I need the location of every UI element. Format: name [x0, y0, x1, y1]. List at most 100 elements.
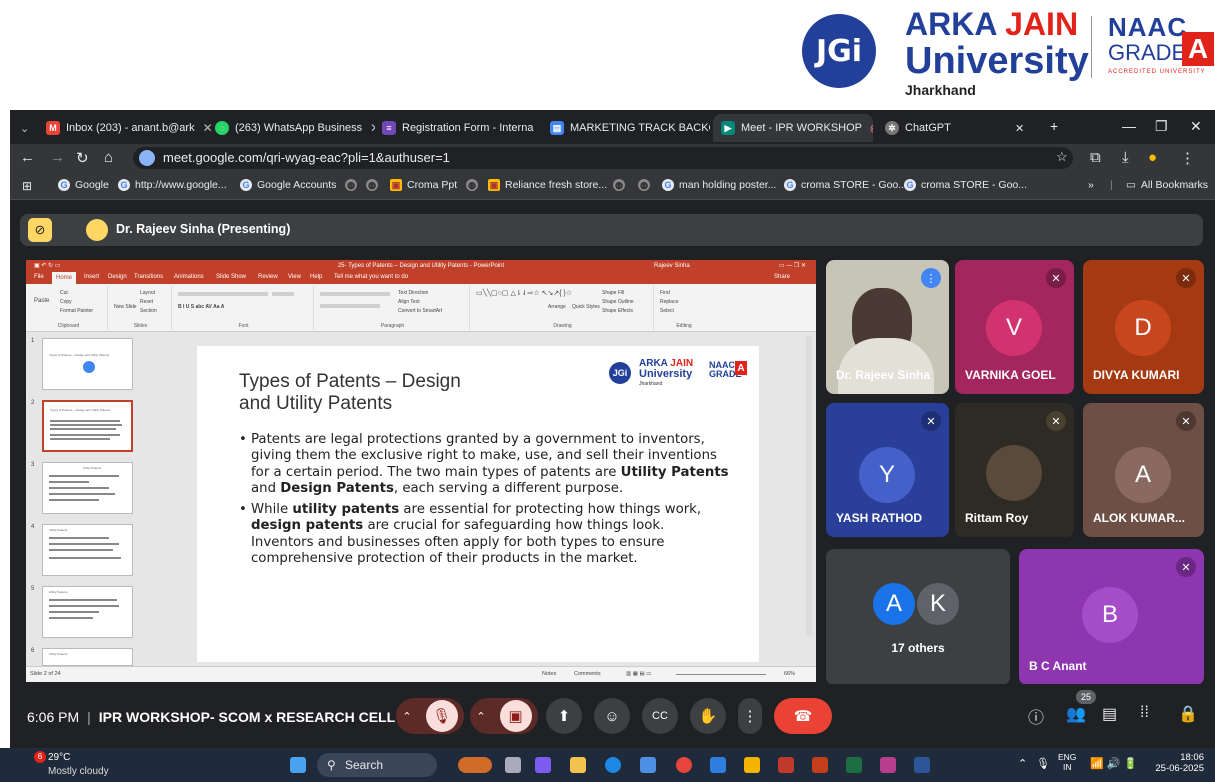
reload-icon[interactable]: ↻	[76, 149, 89, 167]
weather-temp[interactable]: 29°C	[48, 752, 70, 763]
bookmark-globe-2[interactable]: ◍	[366, 179, 383, 191]
present-icon[interactable]: ⊘	[28, 218, 52, 242]
tab-whatsapp[interactable]: ◌ (263) WhatsApp Business ✕	[215, 114, 375, 142]
more-options-button[interactable]: ⋮	[738, 698, 762, 734]
all-bookmarks[interactable]: ▭ All Bookmarks	[1126, 179, 1208, 191]
back-icon[interactable]: ←	[20, 149, 35, 166]
naac-grade: A	[1182, 32, 1214, 66]
window-close-icon[interactable]: ✕	[1190, 118, 1202, 135]
mic-off-button[interactable]: 🎙	[425, 700, 458, 732]
star-icon[interactable]: ☆	[1056, 149, 1068, 165]
vertical-scrollbar[interactable]	[806, 336, 812, 636]
bookmark-globe-1[interactable]: ◍	[345, 179, 362, 191]
bookmark-man-poster[interactable]: Gman holding poster...	[662, 179, 776, 191]
edge-icon[interactable]	[605, 757, 621, 773]
zoho-icon[interactable]	[778, 757, 794, 773]
file-explorer-icon[interactable]	[570, 757, 586, 773]
bookmark-google-accounts[interactable]: G Google Accounts	[240, 179, 336, 191]
apps-icon[interactable]: ⊞	[22, 179, 32, 193]
ppt-menu-view: View	[288, 274, 301, 280]
raise-hand-button[interactable]: ✋	[690, 698, 726, 734]
camera-off-button[interactable]: ▣	[499, 700, 532, 732]
close-icon[interactable]: ✕	[203, 121, 213, 135]
chrome-icon[interactable]	[676, 757, 692, 773]
extensions-icon[interactable]: ⧉	[1090, 149, 1101, 166]
screenshot-root: { "banner": { "jgi": "JGi", "uni_line1_a…	[0, 0, 1215, 782]
task-view-icon[interactable]	[505, 757, 521, 773]
ribbon-section: Section	[140, 308, 157, 314]
zoom-slider[interactable]	[676, 674, 766, 675]
mic-options-icon[interactable]: ⌃	[402, 710, 411, 723]
tab-inbox[interactable]: M Inbox (203) - anant.b@ark ✕	[46, 114, 216, 142]
bookmark-google-url[interactable]: Ghttp://www.google...	[118, 179, 227, 191]
bookmark-google[interactable]: G Google	[58, 179, 109, 191]
bookmark-label: Reliance fresh store...	[505, 179, 608, 191]
close-icon[interactable]: ✕	[1015, 114, 1029, 142]
people-icon[interactable]: 👥	[1066, 704, 1086, 724]
status-notes[interactable]: Notes	[542, 671, 556, 677]
new-tab-button[interactable]: +	[1050, 118, 1058, 134]
bookmark-globe-4[interactable]: ◍	[613, 179, 630, 191]
address-bar[interactable]: meet.google.com/qri-wyag-eac?pli=1&authu…	[133, 147, 1073, 169]
avatar	[986, 445, 1042, 501]
tab-chatgpt[interactable]: ✲ ChatGPT	[885, 114, 1035, 142]
widgets-icon[interactable]	[458, 757, 492, 773]
activities-icon[interactable]: ⁞⁞	[1140, 704, 1149, 722]
weather-desc[interactable]: Mostly cloudy	[48, 766, 109, 777]
view-buttons[interactable]: ▥ ▦ ▤ ▭	[626, 671, 651, 677]
present-button[interactable]: ⬆	[546, 698, 582, 734]
camera-options-icon[interactable]: ⌃	[476, 710, 485, 723]
word-icon[interactable]	[914, 757, 930, 773]
host-controls-icon[interactable]: 🔒	[1178, 704, 1198, 724]
forward-icon[interactable]: →	[50, 149, 65, 166]
site-info-icon[interactable]	[139, 150, 155, 166]
excel-icon[interactable]	[846, 757, 862, 773]
download-icon[interactable]: ⤓	[1122, 149, 1129, 166]
close-icon[interactable]: ✕	[370, 121, 375, 135]
wifi-volume-battery-icons[interactable]: 📶 🔊 🔋	[1090, 757, 1137, 770]
group-label: Drawing	[553, 323, 572, 329]
mic-icon[interactable]: 🎙	[1036, 757, 1050, 770]
powerbi-icon[interactable]	[744, 757, 760, 773]
emoji-button[interactable]: ☺	[594, 698, 630, 734]
tray-chevron-icon[interactable]: ⌃	[1018, 757, 1027, 770]
minimize-icon[interactable]: —	[1122, 118, 1136, 134]
slide-canvas: Types of Patents – Design and Utility Pa…	[146, 332, 816, 666]
profile-icon[interactable]: ●	[1148, 149, 1157, 166]
university-banner: JGi ARKA JAIN University Jharkhand NAAC …	[0, 0, 1215, 108]
close-icon[interactable]: ✕	[541, 121, 542, 135]
bookmark-croma-store-1[interactable]: Gcroma STORE - Goo...	[784, 179, 907, 191]
home-icon[interactable]: ⌂	[104, 149, 113, 166]
bookmark-globe-3[interactable]: ◍	[466, 179, 483, 191]
menu-icon[interactable]: ⋮	[1180, 149, 1195, 167]
store-icon[interactable]	[640, 757, 656, 773]
language-indicator[interactable]: ENG IN	[1058, 752, 1076, 772]
tab-meet[interactable]: ▶Meet - IPR WORKSHOP◉✕	[713, 114, 873, 142]
more-bookmarks-icon[interactable]: »	[1088, 179, 1094, 191]
chat-icon[interactable]: ▤	[1102, 704, 1117, 724]
copilot-icon[interactable]	[535, 757, 551, 773]
tab-marketing[interactable]: ▤MARKETING TRACK BACKG✕	[550, 114, 710, 142]
thumb-title: Types of Patents – Design and Utility Pa…	[49, 353, 110, 357]
bookmark-croma-ppt[interactable]: ▣ Croma Ppt	[390, 179, 457, 191]
info-icon[interactable]: ⓘ	[1028, 704, 1044, 728]
leave-call-button[interactable]: ☎	[774, 698, 832, 734]
bookmark-croma-store-2[interactable]: Gcroma STORE - Goo...	[904, 179, 1027, 191]
app-icon[interactable]	[710, 757, 726, 773]
thumbnail-4: Utility Patents	[42, 524, 133, 576]
taskbar-search[interactable]: ⚲ Search	[317, 753, 437, 777]
bookmark-reliance[interactable]: ▣ Reliance fresh store...	[488, 179, 607, 191]
tab-search-icon[interactable]: ⌄	[20, 114, 34, 142]
forms-icon: ≡	[382, 121, 396, 135]
restore-icon[interactable]: ❐	[1155, 118, 1168, 135]
captions-button[interactable]: CC	[642, 698, 678, 734]
start-icon[interactable]	[290, 757, 306, 773]
status-comments[interactable]: Comments	[574, 671, 601, 677]
powerpoint-icon[interactable]	[812, 757, 828, 773]
tile-others[interactable]: A K 17 others	[826, 549, 1010, 685]
onenote-icon[interactable]	[880, 757, 896, 773]
clock[interactable]: 18:06 25-06-2025	[1150, 752, 1204, 774]
tab-registration[interactable]: ≡ Registration Form - Interna ✕	[382, 114, 542, 142]
bookmark-globe-5[interactable]: ◍	[638, 179, 655, 191]
avatar: V	[986, 300, 1042, 356]
